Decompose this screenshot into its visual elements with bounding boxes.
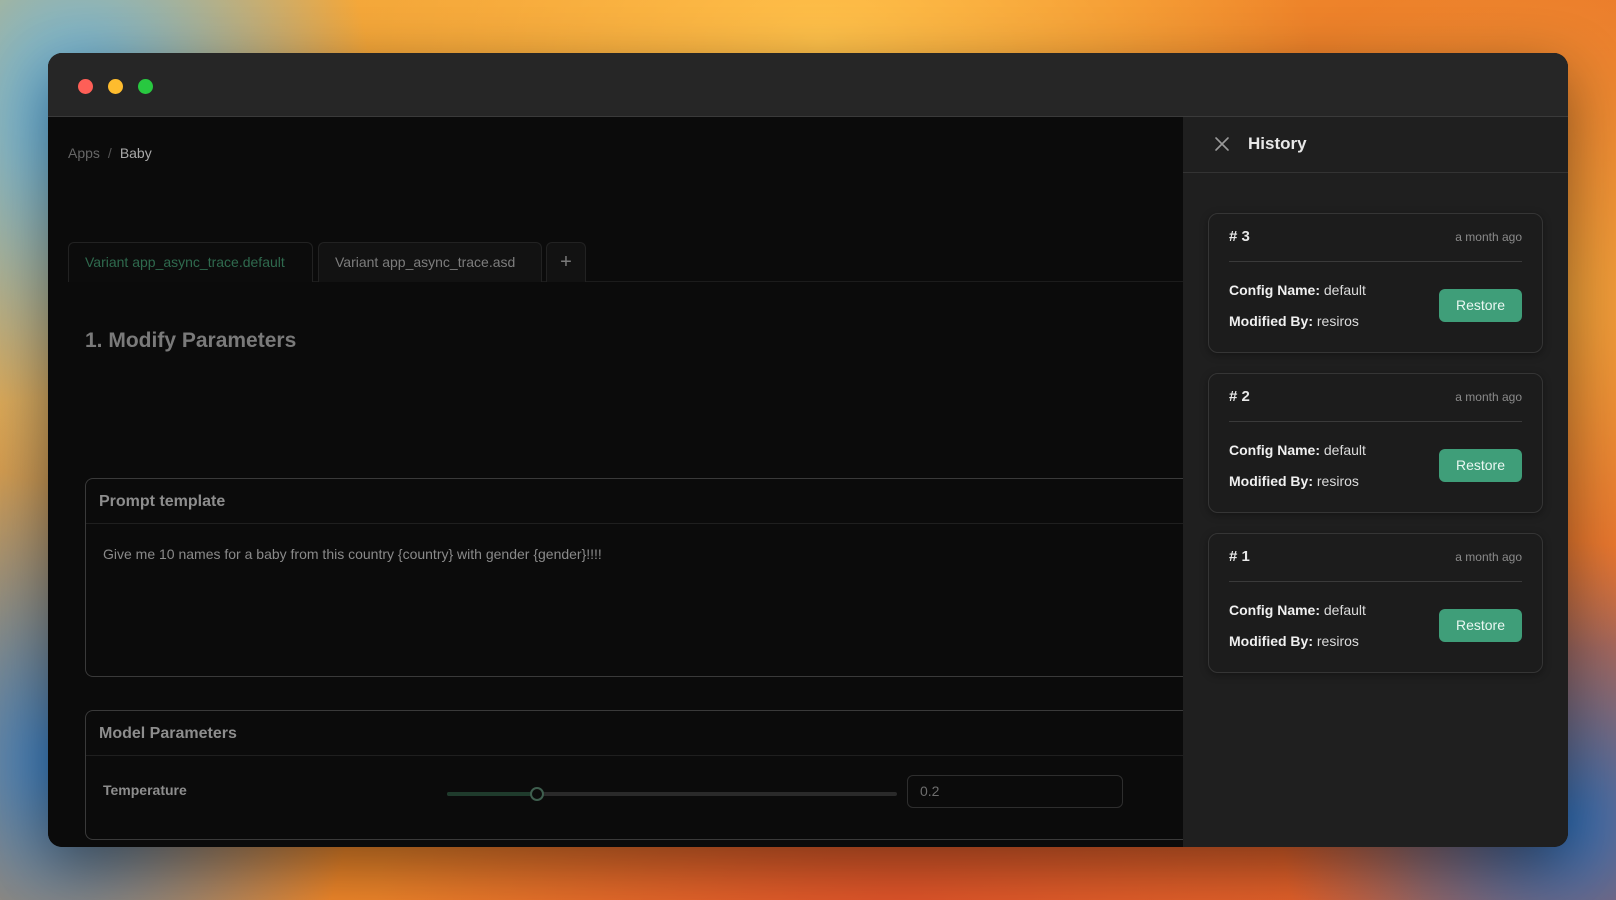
prompt-template-card: Prompt template Give me 10 names for a b… [85, 478, 1183, 677]
modified-by-value: resiros [1316, 633, 1359, 649]
config-name-label: Config Name: [1229, 282, 1320, 298]
maximize-window-button[interactable] [138, 79, 153, 94]
config-name-value: default [1323, 602, 1366, 618]
close-window-button[interactable] [78, 79, 93, 94]
history-item: # 3 a month ago Config Name: default Mod… [1208, 213, 1543, 353]
breadcrumb-apps-link[interactable]: Apps [68, 145, 100, 161]
history-item-number: # 2 [1229, 388, 1250, 405]
history-header: History [1183, 117, 1568, 173]
section-title: 1. Modify Parameters [85, 329, 297, 352]
model-parameters-header: Model Parameters [86, 711, 1183, 756]
history-item-number: # 1 [1229, 548, 1250, 565]
history-title: History [1248, 134, 1307, 153]
temperature-slider-fill [447, 792, 537, 796]
temperature-input[interactable]: 0.2 [907, 775, 1123, 808]
history-item-header: # 3 a month ago [1229, 214, 1522, 262]
variant-tabs: Variant app_async_trace.default Variant … [68, 242, 1183, 282]
history-item-time: a month ago [1455, 550, 1522, 564]
temperature-slider-handle[interactable] [530, 787, 544, 801]
modified-by-value: resiros [1316, 473, 1359, 489]
history-item: # 1 a month ago Config Name: default Mod… [1208, 533, 1543, 673]
breadcrumb-separator: / [107, 145, 112, 161]
config-name-value: default [1323, 282, 1366, 298]
history-item-number: # 3 [1229, 228, 1250, 245]
prompt-template-textarea[interactable]: Give me 10 names for a baby from this co… [86, 524, 1183, 584]
app-window: Apps / Baby Variant app_async_trace.defaul… [48, 53, 1568, 847]
title-bar [48, 53, 1568, 117]
main-content: Apps / Baby Variant app_async_trace.defaul… [48, 117, 1183, 847]
close-icon[interactable] [1213, 135, 1231, 153]
temperature-row: Temperature 0.2 [86, 756, 1183, 840]
tab-variant-asd[interactable]: Variant app_async_trace.asd [318, 242, 542, 282]
minimize-window-button[interactable] [108, 79, 123, 94]
temperature-label: Temperature [103, 782, 187, 798]
history-item-config: Config Name: default [1229, 602, 1366, 618]
breadcrumb: Apps / Baby [68, 145, 152, 161]
history-item-time: a month ago [1455, 390, 1522, 404]
restore-button[interactable]: Restore [1439, 289, 1522, 322]
plus-icon: + [560, 251, 572, 273]
history-item-header: # 1 a month ago [1229, 534, 1522, 582]
tab-variant-default[interactable]: Variant app_async_trace.default [68, 242, 313, 282]
model-parameters-card: Model Parameters Temperature 0.2 [85, 710, 1183, 840]
history-item-modified: Modified By: resiros [1229, 633, 1359, 649]
modified-by-label: Modified By: [1229, 473, 1313, 489]
modified-by-value: resiros [1316, 313, 1359, 329]
history-item-config: Config Name: default [1229, 282, 1366, 298]
config-name-label: Config Name: [1229, 442, 1320, 458]
history-item-config: Config Name: default [1229, 442, 1366, 458]
modified-by-label: Modified By: [1229, 633, 1313, 649]
config-name-label: Config Name: [1229, 602, 1320, 618]
history-item-modified: Modified By: resiros [1229, 473, 1359, 489]
modified-by-label: Modified By: [1229, 313, 1313, 329]
history-item-modified: Modified By: resiros [1229, 313, 1359, 329]
prompt-template-header: Prompt template [86, 479, 1183, 524]
history-item-time: a month ago [1455, 230, 1522, 244]
history-item: # 2 a month ago Config Name: default Mod… [1208, 373, 1543, 513]
history-panel: History # 3 a month ago Config Name: def… [1183, 117, 1568, 847]
restore-button[interactable]: Restore [1439, 609, 1522, 642]
history-item-header: # 2 a month ago [1229, 374, 1522, 422]
restore-button[interactable]: Restore [1439, 449, 1522, 482]
config-name-value: default [1323, 442, 1366, 458]
breadcrumb-current: Baby [119, 145, 152, 161]
temperature-slider[interactable] [447, 787, 897, 801]
add-tab-button[interactable]: + [546, 242, 586, 282]
